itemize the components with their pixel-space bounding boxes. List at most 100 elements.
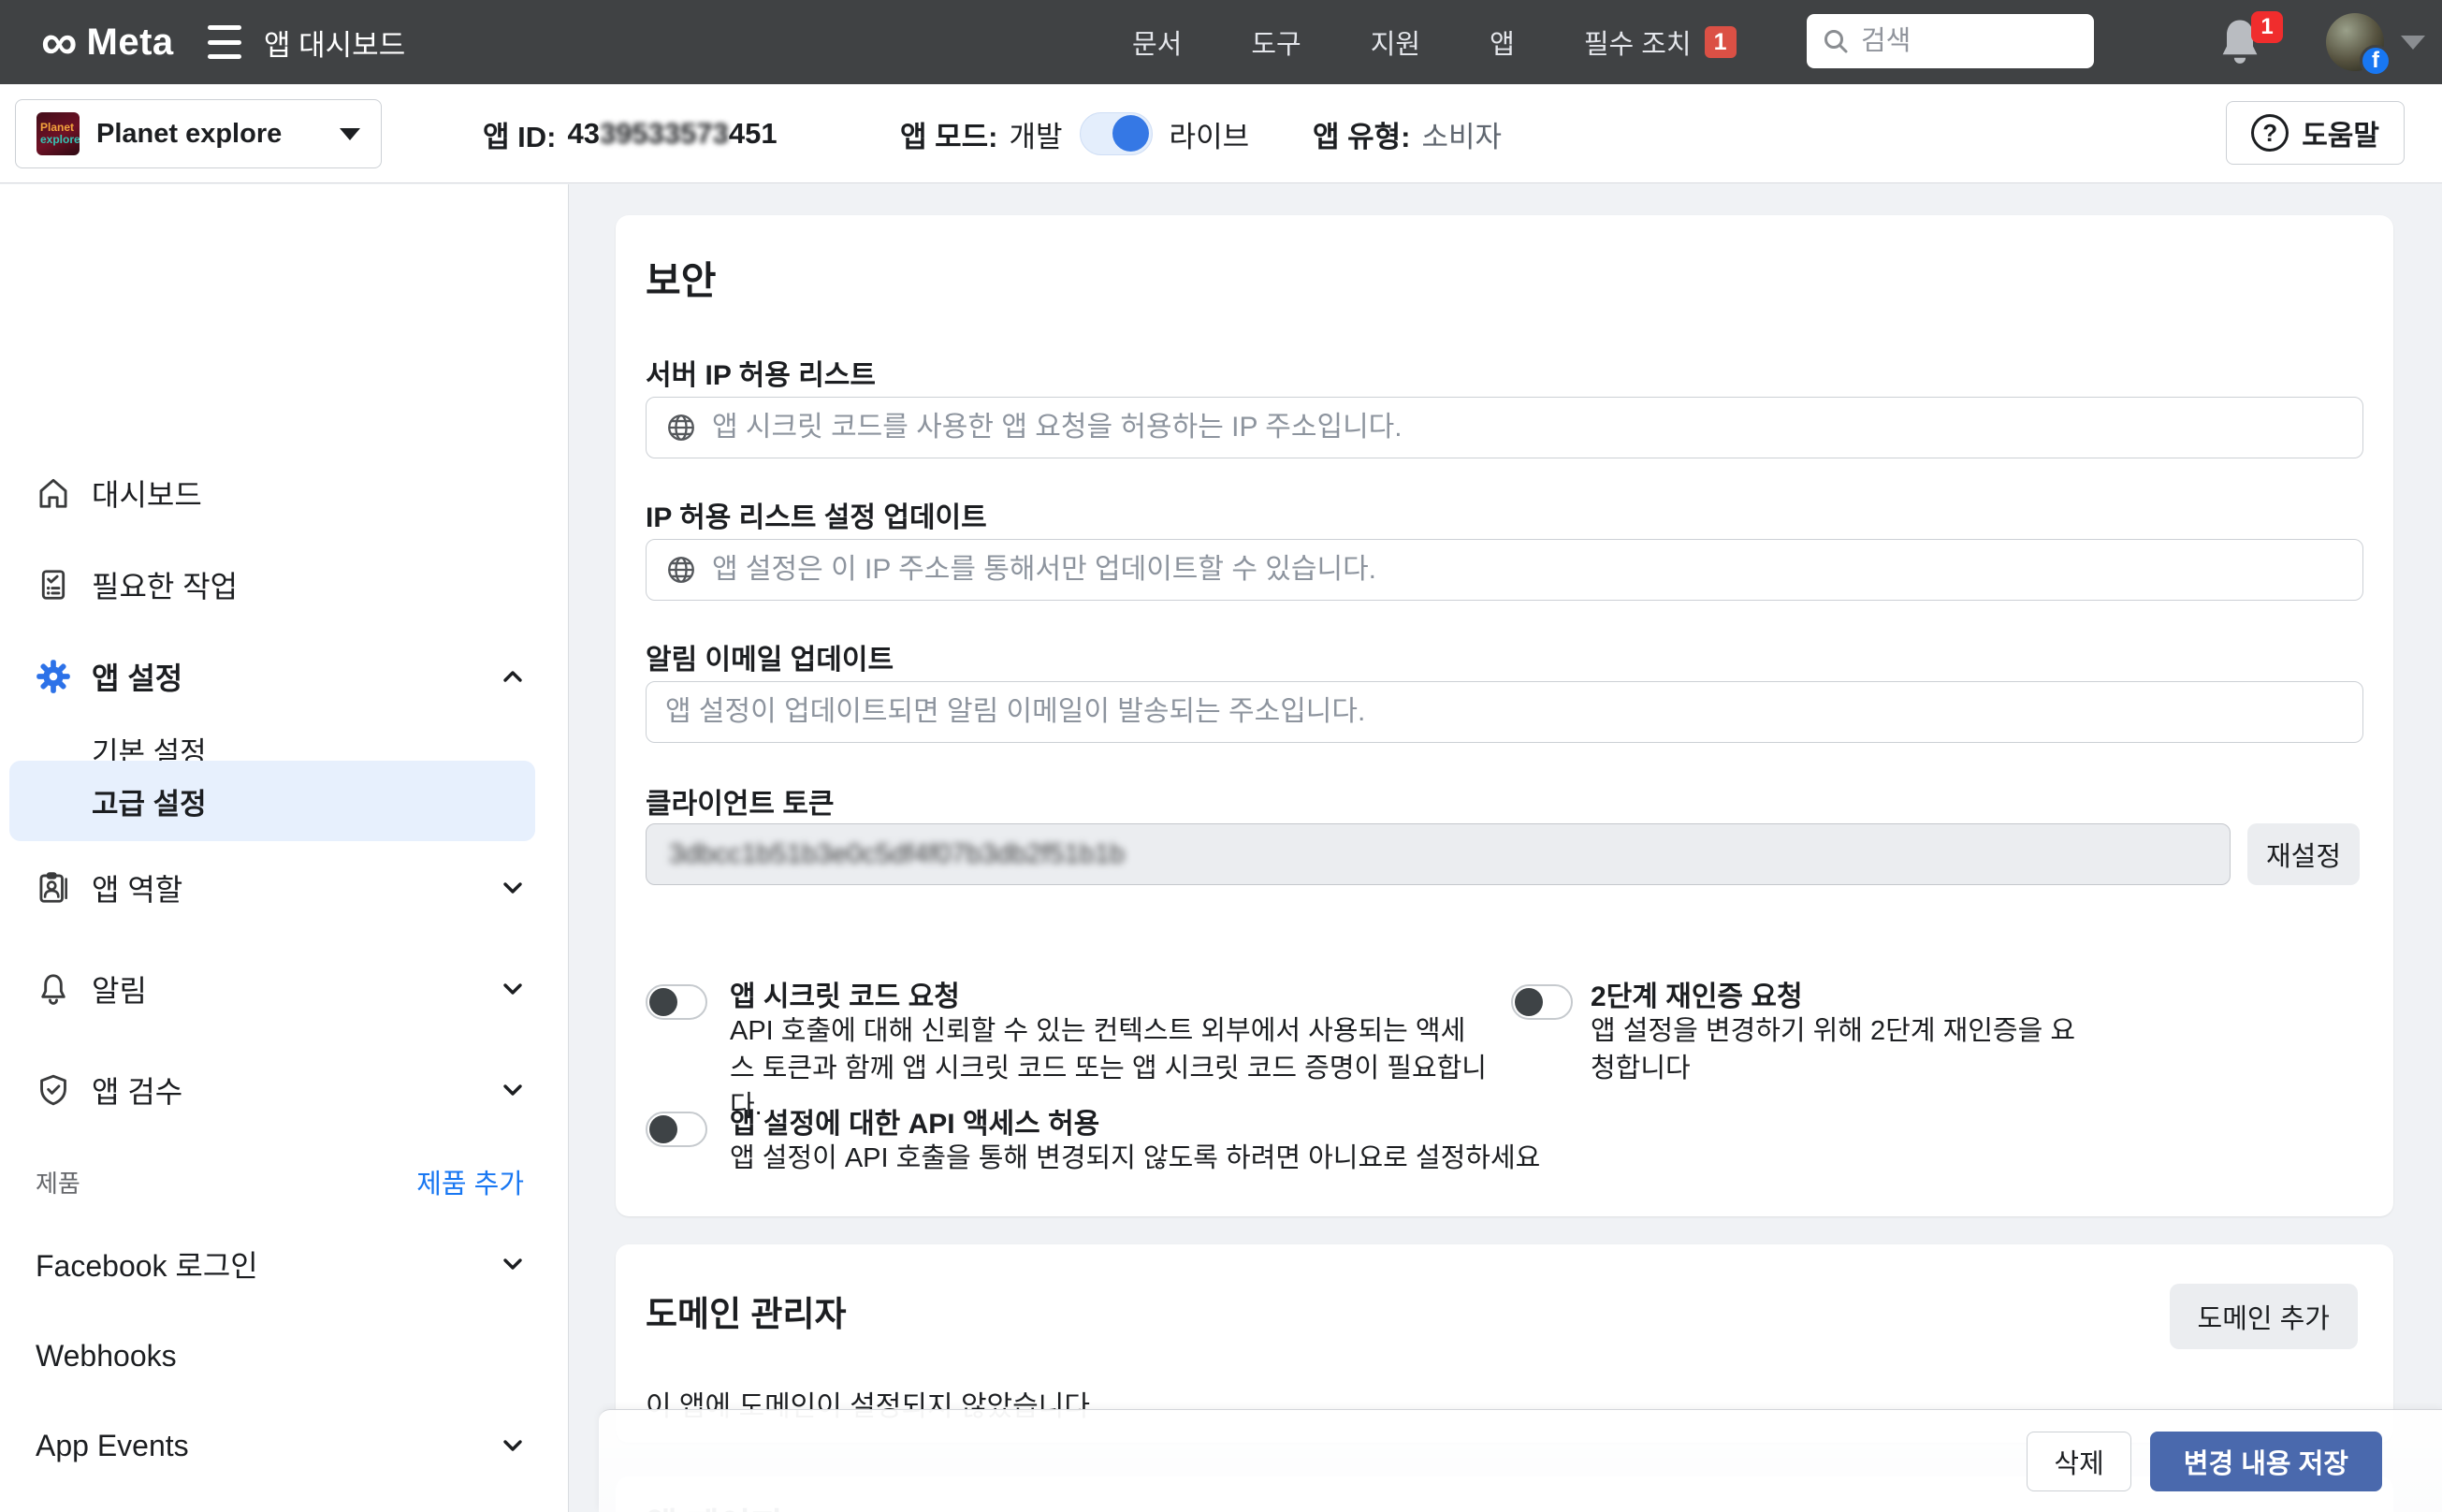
domain-manager-title: 도메인 관리자 [646, 1295, 847, 1333]
security-title: 보안 [646, 259, 717, 302]
ip-update-allowlist-label: IP 허용 리스트 설정 업데이트 [646, 502, 987, 533]
sidebar-item-app-events[interactable]: App Events [0, 1418, 569, 1474]
meta-logo[interactable]: ∞ Meta [41, 0, 174, 84]
gear-icon [36, 660, 70, 693]
require-app-secret-label: 앱 시크릿 코드 요청 [730, 981, 960, 1012]
globe-icon [668, 414, 694, 441]
nav-tools[interactable]: 도구 [1251, 22, 1301, 62]
app-dashboard-title: 앱 대시보드 [264, 28, 406, 62]
avatar[interactable]: f [2326, 13, 2391, 77]
top-nav-links: 문서 도구 지원 앱 필수 조치 1 [1132, 0, 1737, 84]
app-mode-group: 앱 모드: 개발 라이브 [900, 84, 1249, 183]
toggle-knob [1515, 988, 1543, 1016]
allow-api-access-desc: 앱 설정이 API 호출을 통해 변경되지 않도록 하려면 아니요로 설정하세요 [730, 1143, 1541, 1173]
client-token-value: 3dbcc1b51b3e0c5df4f07b3db2f51b1b [669, 838, 1126, 869]
bell-outline-icon [41, 974, 65, 1005]
sidebar-item-audience-network[interactable]: Audience Network [0, 1507, 569, 1512]
account-caret-icon[interactable] [2401, 36, 2425, 50]
add-product-link[interactable]: 제품 추가 [416, 1162, 524, 1201]
sidebar-item-required-tasks[interactable]: 필요한 작업 [0, 557, 569, 613]
sidebar-item-notifications[interactable]: 알림 [0, 961, 569, 1017]
client-token-field: 3dbcc1b51b3e0c5df4f07b3db2f51b1b [646, 823, 2231, 885]
security-card: 보안 서버 IP 허용 리스트 IP 허용 리스트 설정 업데이트 알림 이메일… [616, 215, 2393, 1216]
nav-support[interactable]: 지원 [1371, 22, 1420, 62]
app-id-value: 43 39533573 451 [567, 117, 778, 150]
search-input[interactable] [1861, 25, 2048, 57]
app-id-label: 앱 ID: [483, 120, 557, 153]
reset-token-button[interactable]: 재설정 [2247, 823, 2360, 885]
app-selector[interactable]: Planet explore Planet explore [15, 99, 382, 168]
shield-check-icon [40, 1074, 66, 1106]
app-context-bar: Planet explore Planet explore 앱 ID: 43 39… [0, 84, 2442, 183]
delete-button[interactable]: 삭제 [2027, 1431, 2131, 1491]
two-factor-reauth-label: 2단계 재인증 요청 [1591, 981, 1803, 1012]
chevron-down-icon [503, 882, 522, 894]
update-email-label: 알림 이메일 업데이트 [646, 645, 894, 676]
help-button-label: 도움말 [2302, 121, 2379, 152]
sidebar-item-dashboard[interactable]: 대시보드 [0, 465, 569, 521]
nav-docs[interactable]: 문서 [1132, 22, 1182, 62]
app-mode-live: 라이브 [1169, 120, 1250, 153]
nav-required-actions-label: 필수 조치 [1583, 30, 1692, 60]
allow-api-access-label: 앱 설정에 대한 API 액세스 허용 [730, 1109, 1100, 1140]
notifications-button[interactable]: 1 [2214, 11, 2283, 73]
tasks-icon [41, 570, 65, 600]
app-mode-label: 앱 모드: [900, 120, 998, 153]
server-ip-allowlist-label: 서버 IP 허용 리스트 [646, 360, 877, 391]
search-icon [1824, 30, 1848, 53]
ip-update-allowlist-field[interactable] [646, 539, 2363, 601]
app-dashboard-screen: ∞ Meta 앱 대시보드 문서 도구 지원 앱 필수 조치 1 1 f [0, 0, 2442, 1512]
sidebar: 대시보드 필요한 작업 앱 설정 기본 설정 고급 설정 앱 역할 알림 앱 검… [0, 184, 569, 1512]
home-icon [39, 478, 67, 508]
allow-api-access-toggle[interactable] [646, 1112, 707, 1147]
meta-logo-text: Meta [86, 21, 174, 63]
app-mode-toggle[interactable] [1079, 112, 1153, 155]
update-email-field[interactable] [646, 681, 2363, 743]
required-actions-badge: 1 [1704, 26, 1737, 58]
nav-apps[interactable]: 앱 [1490, 22, 1515, 62]
globe-icon [668, 557, 694, 583]
app-type-group: 앱 유형: 소비자 [1313, 84, 1502, 183]
app-mode-toggle-knob [1112, 115, 1149, 152]
two-factor-reauth-toggle[interactable] [1511, 984, 1573, 1020]
sidebar-item-app-roles[interactable]: 앱 역할 [0, 860, 569, 916]
chevron-up-icon [503, 671, 522, 682]
toggle-knob [649, 1115, 677, 1143]
server-ip-allowlist-input[interactable] [712, 412, 2344, 443]
require-app-secret-toggle[interactable] [646, 984, 707, 1020]
chevron-down-icon [503, 1440, 522, 1451]
sidebar-item-app-settings[interactable]: 앱 설정 [0, 648, 569, 705]
app-type-value: 소비자 [1421, 120, 1503, 153]
client-token-label: 클라이언트 토큰 [646, 789, 835, 820]
app-selector-caret-icon [340, 127, 360, 140]
app-icon: Planet explore [36, 112, 80, 155]
chevron-down-icon [503, 1084, 522, 1096]
save-changes-bar: 삭제 변경 내용 저장 [599, 1409, 2442, 1512]
notifications-badge: 1 [2251, 11, 2283, 43]
sidebar-item-facebook-login[interactable]: Facebook 로그인 [0, 1236, 569, 1292]
products-label: 제품 [36, 1169, 80, 1198]
help-button[interactable]: ? 도움말 [2226, 101, 2405, 165]
save-changes-button[interactable]: 변경 내용 저장 [2149, 1431, 2382, 1491]
id-card-icon [39, 872, 67, 903]
add-domain-button[interactable]: 도메인 추가 [2169, 1284, 2358, 1349]
app-type-label: 앱 유형: [1313, 120, 1411, 153]
app-id-group: 앱 ID: 43 39533573 451 [483, 84, 778, 183]
server-ip-allowlist-field[interactable] [646, 397, 2363, 458]
global-search[interactable] [1807, 14, 2094, 68]
sidebar-item-webhooks[interactable]: Webhooks [0, 1328, 569, 1384]
top-navigation-bar: ∞ Meta 앱 대시보드 문서 도구 지원 앱 필수 조치 1 1 f [0, 0, 2442, 84]
app-mode-dev: 개발 [1009, 120, 1063, 153]
update-email-input[interactable] [665, 696, 2344, 728]
question-icon: ? [2251, 114, 2289, 152]
sidebar-item-advanced-settings[interactable]: 고급 설정 [9, 761, 535, 841]
ip-update-allowlist-input[interactable] [712, 554, 2344, 586]
app-name: Planet explore [96, 118, 283, 149]
sidebar-item-app-review[interactable]: 앱 검수 [0, 1062, 569, 1118]
menu-icon[interactable] [208, 25, 241, 59]
nav-required-actions[interactable]: 필수 조치 1 [1584, 22, 1737, 62]
app-icon-text2: explore [40, 133, 80, 146]
chevron-down-icon [503, 1258, 522, 1270]
toggle-knob [649, 988, 677, 1016]
meta-infinity-icon: ∞ [41, 14, 78, 70]
